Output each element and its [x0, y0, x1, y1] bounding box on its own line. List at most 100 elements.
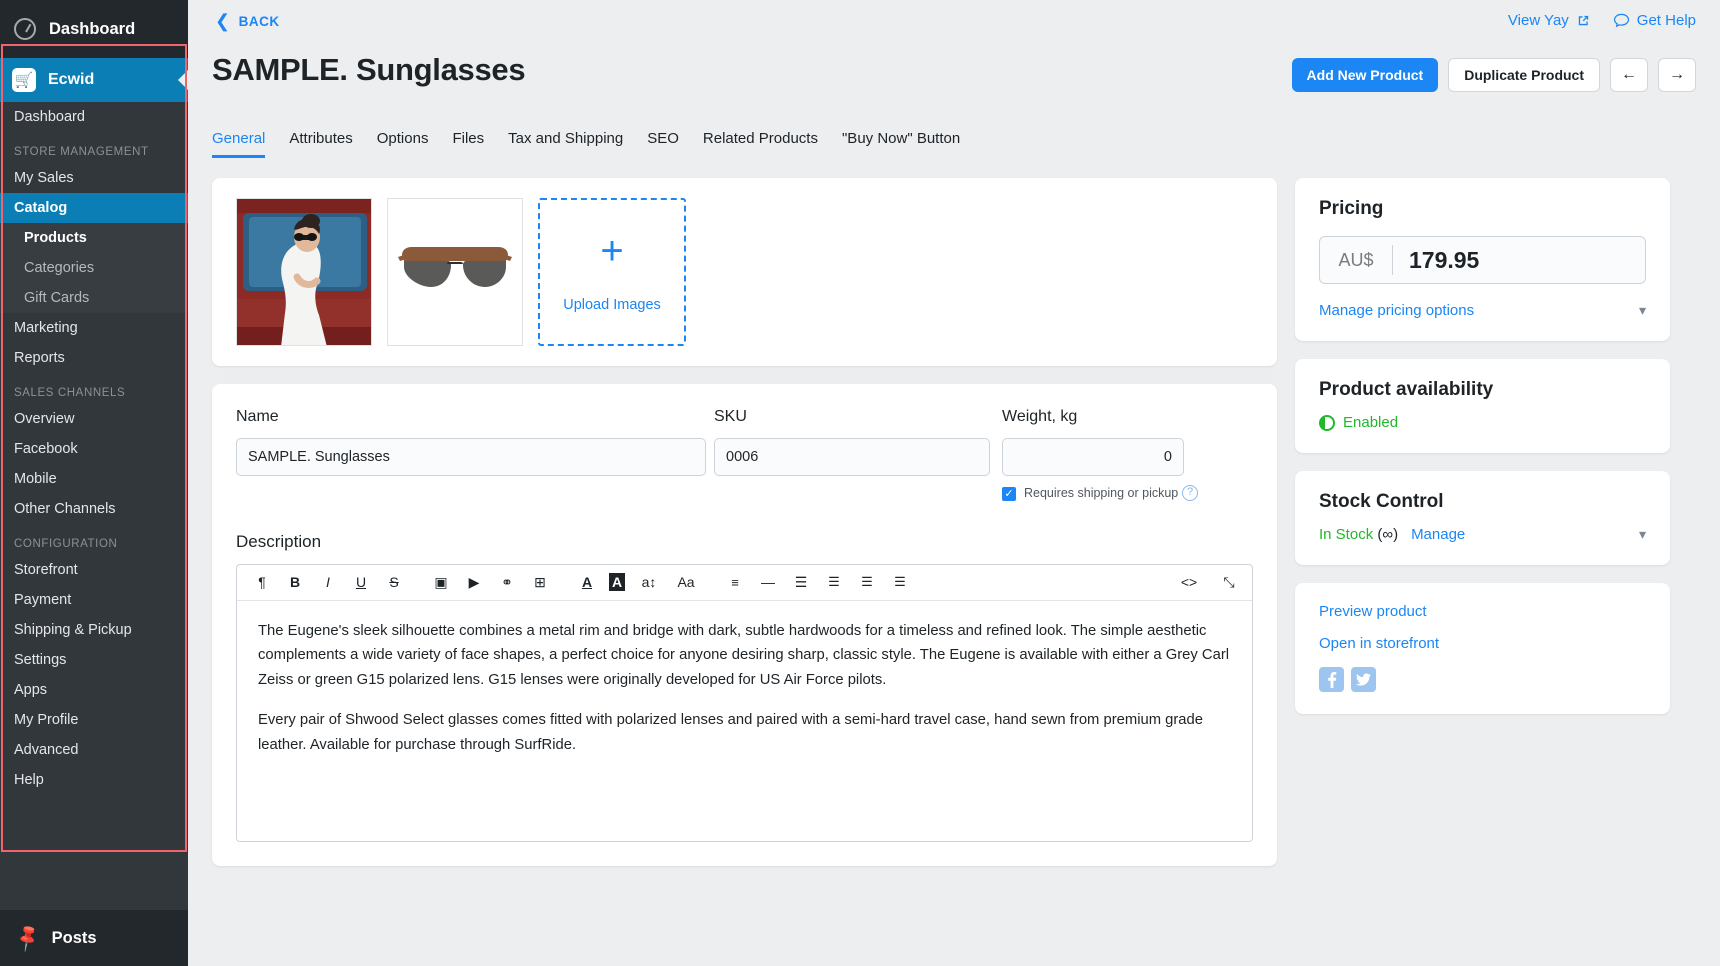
sidebar-group-label: SALES CHANNELS: [14, 387, 126, 399]
sku-label: SKU: [714, 408, 747, 425]
paragraph-icon[interactable]: ¶: [251, 570, 273, 594]
source-code-icon[interactable]: <>: [1178, 570, 1200, 594]
sidebar-item-mobile[interactable]: Mobile: [0, 464, 188, 494]
description-text-area[interactable]: The Eugene's sleek silhouette combines a…: [237, 601, 1252, 841]
top-bar: ❮ BACK View Yay Get Help: [188, 0, 1720, 46]
chevron-down-icon[interactable]: ▾: [1639, 526, 1646, 543]
tab-related-products[interactable]: Related Products: [703, 130, 818, 158]
font-family-icon[interactable]: Aa: [673, 570, 699, 594]
sidebar-item-help[interactable]: Help: [0, 765, 188, 795]
editor-toolbar: ¶ B I U S ▣ ▶ ⚭ ⊞ A Aa↕ Aa ≡ — ☰ ☰ ☰ ☰ <> ⤡: [237, 565, 1252, 601]
name-label: Name: [236, 408, 279, 425]
price-input-group[interactable]: AU$ 179.95: [1319, 236, 1646, 284]
link-icon[interactable]: ⚭: [496, 570, 518, 594]
sidebar-item-products[interactable]: Products: [0, 223, 188, 253]
name-input[interactable]: [236, 438, 706, 476]
next-product-button[interactable]: →: [1658, 58, 1696, 92]
requires-shipping-row[interactable]: ✓ Requires shipping or pickup ?: [1002, 485, 1198, 502]
outdent-icon[interactable]: ☰: [856, 570, 878, 594]
chevron-left-icon: ❮: [215, 11, 231, 31]
facebook-share-icon[interactable]: [1319, 667, 1344, 692]
sidebar-item-settings[interactable]: Settings: [0, 645, 188, 675]
product-image-thumbnail[interactable]: [236, 198, 372, 346]
sidebar-item-facebook[interactable]: Facebook: [0, 434, 188, 464]
tab-attributes[interactable]: Attributes: [289, 130, 352, 158]
sidebar-item-dashboard[interactable]: Dashboard: [0, 102, 188, 132]
add-new-product-button[interactable]: Add New Product: [1291, 58, 1439, 92]
manage-pricing-options-row[interactable]: Manage pricing options ▾: [1319, 302, 1646, 319]
description-paragraph: Every pair of Shwood Select glasses come…: [258, 712, 1203, 753]
sidebar-item-ecwid[interactable]: 🛒 Ecwid: [0, 58, 188, 102]
bold-icon[interactable]: B: [284, 570, 306, 594]
align-icon[interactable]: ≡: [724, 570, 746, 594]
toggle-icon[interactable]: [1319, 414, 1335, 431]
sidebar-item-categories[interactable]: Categories: [0, 253, 188, 283]
sidebar-item-my-sales[interactable]: My Sales: [0, 163, 188, 193]
highlight-color-icon[interactable]: A: [609, 573, 625, 592]
requires-shipping-checkbox[interactable]: ✓: [1002, 487, 1016, 501]
tab-general[interactable]: General: [212, 130, 266, 158]
indent-icon[interactable]: ☰: [889, 570, 911, 594]
sidebar-item-overview[interactable]: Overview: [0, 404, 188, 434]
wp-admin-sidebar: Dashboard 🛒 Ecwid Dashboard STORE MANAGEM…: [0, 0, 188, 966]
sidebar-item-posts[interactable]: 📌 Posts: [0, 910, 188, 966]
previous-product-button[interactable]: ←: [1610, 58, 1648, 92]
fullscreen-icon[interactable]: ⤡: [1218, 570, 1240, 594]
font-size-icon[interactable]: a↕: [636, 570, 662, 594]
duplicate-product-button[interactable]: Duplicate Product: [1448, 58, 1600, 92]
sidebar-item-my-profile[interactable]: My Profile: [0, 705, 188, 735]
sidebar-item-apps[interactable]: Apps: [0, 675, 188, 705]
product-image-thumbnail[interactable]: [387, 198, 523, 346]
price-value[interactable]: 179.95: [1393, 247, 1645, 274]
weight-label: Weight, kg: [1002, 408, 1078, 425]
tab-options[interactable]: Options: [377, 130, 429, 158]
bullet-list-icon[interactable]: ☰: [790, 570, 812, 594]
tab-tax-and-shipping[interactable]: Tax and Shipping: [508, 130, 623, 158]
text-color-icon[interactable]: A: [576, 570, 598, 594]
image-icon[interactable]: ▣: [430, 570, 452, 594]
table-icon[interactable]: ⊞: [529, 570, 551, 594]
video-icon[interactable]: ▶: [463, 570, 485, 594]
italic-icon[interactable]: I: [317, 570, 339, 594]
preview-product-link[interactable]: Preview product: [1319, 603, 1646, 620]
upload-images-label: Upload Images: [563, 297, 661, 313]
left-column: + Upload Images Name SKU: [212, 178, 1277, 966]
tab-seo[interactable]: SEO: [647, 130, 679, 158]
availability-status-row[interactable]: Enabled: [1319, 414, 1646, 431]
get-help-label: Get Help: [1636, 12, 1696, 29]
availability-title: Product availability: [1319, 379, 1494, 400]
weight-input[interactable]: [1002, 438, 1184, 476]
view-store-link[interactable]: View Yay: [1508, 12, 1591, 29]
sidebar-item-wp-dashboard[interactable]: Dashboard: [0, 0, 188, 58]
manage-stock-link[interactable]: Manage: [1411, 526, 1465, 543]
availability-status: Enabled: [1343, 414, 1399, 431]
get-help-link[interactable]: Get Help: [1613, 12, 1696, 29]
stock-control-title: Stock Control: [1319, 491, 1444, 512]
open-in-storefront-link[interactable]: Open in storefront: [1319, 635, 1646, 652]
product-tabs: General Attributes Options Files Tax and Shi…: [212, 130, 960, 158]
sidebar-item-gift-cards[interactable]: Gift Cards: [0, 283, 188, 313]
shopping-cart-icon: 🛒: [12, 68, 36, 92]
sidebar-item-marketing[interactable]: Marketing: [0, 313, 188, 343]
sidebar-item-payment[interactable]: Payment: [0, 585, 188, 615]
twitter-share-icon[interactable]: [1351, 667, 1376, 692]
sidebar-item-reports[interactable]: Reports: [0, 343, 188, 373]
sidebar-item-storefront[interactable]: Storefront: [0, 555, 188, 585]
back-label: BACK: [238, 13, 280, 29]
upload-images-dropzone[interactable]: + Upload Images: [538, 198, 686, 346]
description-paragraph: The Eugene's sleek silhouette combines a…: [258, 622, 1230, 688]
numbered-list-icon[interactable]: ☰: [823, 570, 845, 594]
back-button[interactable]: ❮ BACK: [215, 12, 280, 30]
sidebar-item-other-channels[interactable]: Other Channels: [0, 494, 188, 524]
sku-input[interactable]: [714, 438, 990, 476]
sidebar-item-shipping-pickup[interactable]: Shipping & Pickup: [0, 615, 188, 645]
sidebar-item-catalog[interactable]: Catalog: [0, 193, 188, 223]
horizontal-rule-icon[interactable]: —: [757, 570, 779, 594]
tab-files[interactable]: Files: [452, 130, 484, 158]
tab-buy-now-button[interactable]: "Buy Now" Button: [842, 130, 960, 158]
sidebar-item-advanced[interactable]: Advanced: [0, 735, 188, 765]
twitter-glyph: [1356, 673, 1371, 686]
underline-icon[interactable]: U: [350, 570, 372, 594]
strikethrough-icon[interactable]: S: [383, 570, 405, 594]
help-icon[interactable]: ?: [1182, 485, 1198, 501]
